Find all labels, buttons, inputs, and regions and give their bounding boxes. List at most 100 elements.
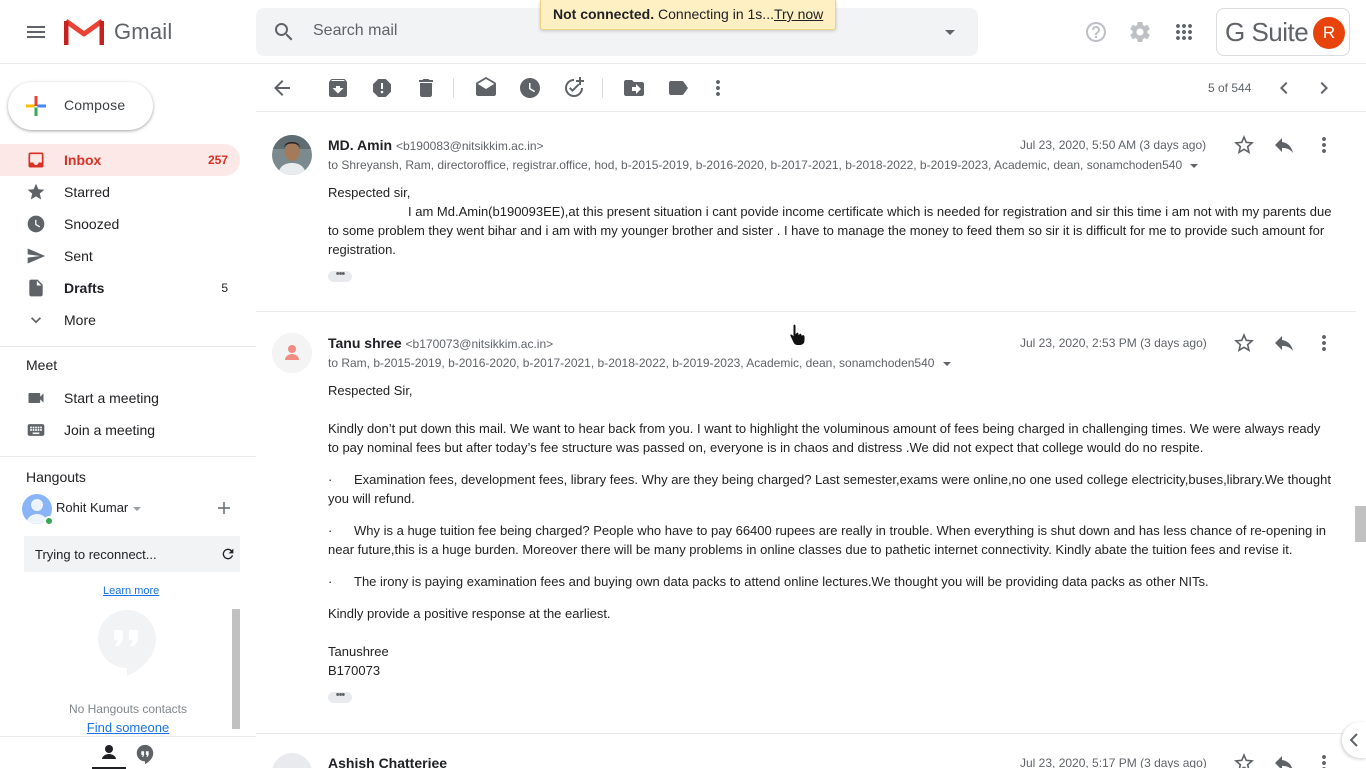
sender-name[interactable]: Ashish Chatterjee bbox=[328, 755, 447, 768]
sender-line: Tanu shree <b170073@nitsikkim.ac.in> bbox=[328, 335, 553, 351]
help-icon[interactable] bbox=[1084, 20, 1108, 44]
recipients-text: to Shreyansh, Ram, directoroffice, regis… bbox=[328, 158, 1183, 172]
more-vert-icon[interactable] bbox=[1312, 133, 1336, 157]
report-spam-icon[interactable] bbox=[370, 76, 394, 100]
contacts-tab[interactable] bbox=[92, 737, 126, 769]
message-date: Jul 23, 2020, 5:17 PM (3 days ago) bbox=[1020, 756, 1207, 768]
clock-icon bbox=[26, 214, 46, 234]
more-vert-icon[interactable] bbox=[1312, 751, 1336, 768]
show-trimmed-content-button[interactable]: ••• bbox=[328, 269, 352, 282]
start-meeting-item[interactable]: Start a meeting bbox=[0, 382, 240, 414]
sidebar-item-snoozed[interactable]: Snoozed bbox=[0, 208, 240, 240]
star-outline-icon[interactable] bbox=[1232, 331, 1256, 355]
sender-email: <b190083@nitsikkim.ac.in> bbox=[395, 139, 544, 153]
gmail-logo[interactable]: Gmail bbox=[64, 16, 172, 48]
sender-photo[interactable] bbox=[272, 135, 312, 175]
compose-label: Compose bbox=[64, 97, 126, 113]
top-header: Gmail Search mail Not connected. Connect… bbox=[0, 0, 1366, 64]
account-avatar[interactable]: R bbox=[1313, 17, 1345, 49]
bullet-text: Why is a huge tuition fee being charged?… bbox=[328, 523, 1327, 557]
connection-toast: Not connected. Connecting in 1s...Try no… bbox=[540, 0, 837, 30]
main-menu-icon[interactable] bbox=[24, 20, 48, 44]
greeting: Respected Sir, bbox=[328, 383, 413, 398]
add-contact-icon[interactable] bbox=[216, 500, 232, 516]
hangouts-user[interactable]: Rohit Kumar bbox=[22, 494, 242, 526]
show-trimmed-content-button[interactable]: ••• bbox=[328, 690, 352, 703]
sidebar-item-starred[interactable]: Starred bbox=[0, 176, 240, 208]
sidebar-item-label: Sent bbox=[64, 248, 93, 264]
reply-icon[interactable] bbox=[1272, 751, 1296, 768]
message-date: Jul 23, 2020, 2:53 PM (3 days ago) bbox=[1020, 336, 1207, 350]
toolbar-divider bbox=[453, 78, 454, 98]
show-details-icon[interactable] bbox=[942, 361, 952, 367]
gsuite-label: G Suite bbox=[1225, 17, 1309, 47]
reply-icon[interactable] bbox=[1272, 331, 1296, 355]
search-input[interactable]: Search mail bbox=[313, 22, 397, 40]
apps-grid-icon[interactable] bbox=[1172, 20, 1196, 44]
join-meeting-item[interactable]: Join a meeting bbox=[0, 414, 240, 446]
move-to-icon[interactable] bbox=[622, 76, 646, 100]
default-avatar-icon[interactable] bbox=[272, 333, 312, 373]
toast-status: Not connected. bbox=[553, 6, 655, 22]
sender-name[interactable]: Tanu shree bbox=[328, 335, 402, 351]
delete-icon[interactable] bbox=[414, 76, 438, 100]
default-avatar-icon[interactable] bbox=[272, 753, 312, 768]
settings-gear-icon[interactable] bbox=[1128, 20, 1152, 44]
sender-name[interactable]: MD. Amin bbox=[328, 137, 392, 153]
sidebar-item-label: Join a meeting bbox=[64, 422, 156, 438]
message-toolbar: 5 of 544 bbox=[256, 64, 1366, 112]
find-someone-link[interactable]: Find someone bbox=[0, 720, 256, 735]
divider bbox=[0, 346, 256, 347]
refresh-icon[interactable] bbox=[220, 546, 236, 562]
sidebar-item-label: Starred bbox=[64, 184, 110, 200]
compose-button[interactable]: Compose bbox=[8, 82, 153, 130]
try-now-link[interactable]: Try now bbox=[774, 6, 823, 22]
email-message[interactable]: Ashish Chatterjee Jul 23, 2020, 5:17 PM … bbox=[256, 733, 1356, 768]
signature-id: B170073 bbox=[328, 663, 381, 678]
reply-icon[interactable] bbox=[1272, 133, 1296, 157]
label-icon[interactable] bbox=[666, 76, 690, 100]
sidebar-item-sent[interactable]: Sent bbox=[0, 240, 240, 272]
bullet-item: · Examination fees, development fees, li… bbox=[328, 472, 1331, 506]
caret-down-icon[interactable] bbox=[132, 506, 142, 512]
add-to-tasks-icon[interactable] bbox=[562, 76, 586, 100]
signature-name: Tanushree bbox=[328, 644, 389, 659]
sidebar-item-label: Inbox bbox=[64, 152, 102, 168]
gmail-m-icon bbox=[64, 18, 104, 45]
toast-message: Connecting in 1s... bbox=[658, 6, 774, 22]
star-outline-icon[interactable] bbox=[1232, 751, 1256, 768]
sidebar-scrollbar[interactable] bbox=[232, 609, 240, 729]
more-vert-icon[interactable] bbox=[1312, 331, 1336, 355]
back-arrow-icon[interactable] bbox=[270, 76, 294, 100]
search-options-icon[interactable] bbox=[938, 20, 962, 44]
star-outline-icon[interactable] bbox=[1232, 133, 1256, 157]
sidebar-item-drafts[interactable]: Drafts 5 bbox=[0, 272, 240, 304]
conversations-tab-icon[interactable] bbox=[134, 743, 156, 765]
send-icon bbox=[26, 246, 46, 266]
sidebar-item-inbox[interactable]: Inbox 257 bbox=[0, 144, 240, 176]
learn-more-link[interactable]: Learn more bbox=[103, 585, 159, 597]
more-vert-icon[interactable] bbox=[706, 76, 730, 100]
search-icon[interactable] bbox=[272, 20, 296, 44]
divider bbox=[0, 456, 256, 457]
left-sidebar: Compose Inbox 257 Starred Snoozed Sent D… bbox=[0, 64, 256, 769]
sidebar-item-more[interactable]: More bbox=[0, 304, 240, 336]
show-details-icon[interactable] bbox=[1189, 163, 1199, 169]
main-scrollbar-thumb[interactable] bbox=[1355, 506, 1366, 542]
inbox-icon bbox=[26, 150, 46, 170]
meet-section-title: Meet bbox=[26, 357, 58, 373]
email-message: Tanu shree <b170073@nitsikkim.ac.in> to … bbox=[256, 311, 1356, 733]
newer-chevron-left-icon[interactable] bbox=[1272, 76, 1296, 100]
message-body: Respected sir, I am Md.Amin(b190093EE),a… bbox=[328, 183, 1334, 259]
snooze-icon[interactable] bbox=[518, 76, 542, 100]
gsuite-account-badge[interactable]: G Suite R bbox=[1216, 8, 1350, 56]
email-thread: MD. Amin <b190083@nitsikkim.ac.in> to Sh… bbox=[256, 113, 1356, 768]
sender-email: <b170073@nitsikkim.ac.in> bbox=[405, 337, 554, 351]
bullet-text: The irony is paying examination fees and… bbox=[354, 574, 1209, 589]
archive-icon[interactable] bbox=[326, 76, 350, 100]
online-status-icon bbox=[44, 516, 54, 526]
sidebar-item-label: Drafts bbox=[64, 280, 105, 296]
older-chevron-right-icon[interactable] bbox=[1312, 76, 1336, 100]
mark-unread-icon[interactable] bbox=[474, 76, 498, 100]
recipients-line: to Ram, b-2015-2019, b-2016-2020, b-2017… bbox=[328, 356, 952, 370]
